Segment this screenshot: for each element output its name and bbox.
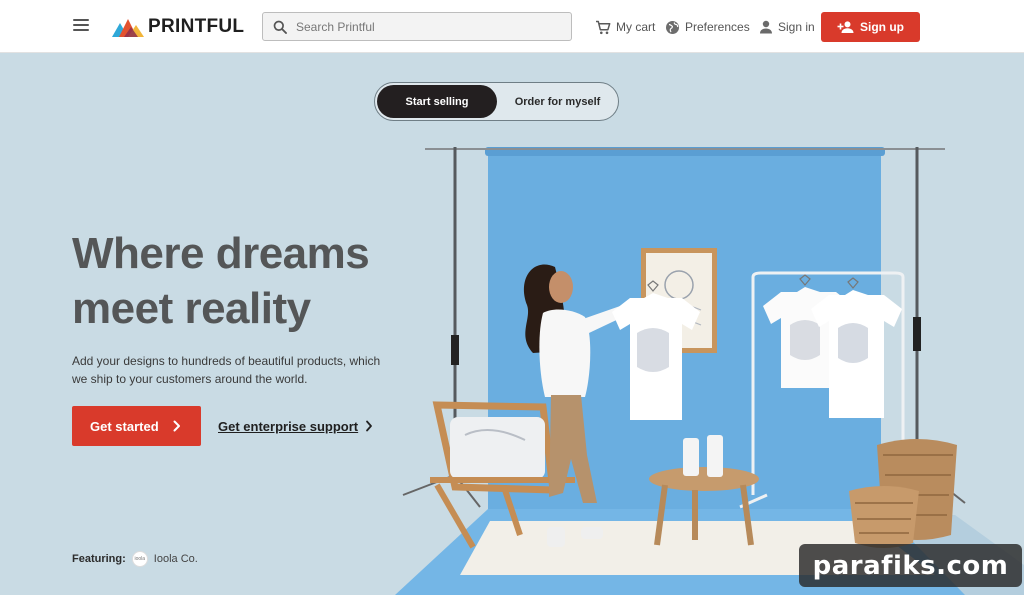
top-navigation-bar: PRINTFUL My cart Preferences Sign in	[0, 0, 1024, 53]
logo-mark-icon	[112, 19, 144, 37]
chevron-right-icon	[173, 420, 180, 432]
add-person-icon	[837, 21, 854, 33]
cart-link[interactable]: My cart	[595, 17, 655, 37]
tumbler-1	[683, 438, 699, 476]
cart-label: My cart	[616, 20, 656, 34]
featuring-label: Featuring:	[72, 553, 126, 565]
search-input[interactable]	[296, 19, 546, 34]
signin-link[interactable]: Sign in	[759, 17, 815, 37]
get-started-label: Get started	[90, 418, 159, 434]
chevron-right-icon	[366, 420, 372, 432]
watermark: parafiks.com	[799, 544, 1022, 587]
person-icon	[760, 20, 772, 34]
hero-headline: Where dreams meet reality	[72, 229, 370, 333]
brand-logo: ioola	[131, 551, 148, 567]
search-bar[interactable]	[262, 12, 572, 41]
hero-subtext: Add your designs to hundreds of beautifu…	[72, 354, 381, 386]
signup-label: Sign up	[860, 20, 904, 34]
signin-label: Sign in	[778, 20, 815, 34]
audience-toggle: Start selling Order for myself	[374, 82, 619, 121]
hero-photo	[395, 147, 1024, 595]
logo-text: PRINTFUL	[148, 16, 245, 37]
globe-icon	[666, 20, 679, 34]
woven-basket-small	[849, 486, 919, 548]
featuring-row: Featuring: ioola Ioola Co.	[72, 550, 198, 568]
featured-brand-name[interactable]: Ioola Co.	[154, 553, 198, 565]
start-selling-tab[interactable]: Start selling	[377, 85, 497, 118]
enterprise-support-link[interactable]: Get enterprise support	[218, 417, 358, 435]
signup-button[interactable]: Sign up	[821, 12, 920, 42]
menu-icon[interactable]	[73, 19, 89, 33]
search-icon	[273, 20, 287, 34]
printful-logo[interactable]: PRINTFUL	[112, 14, 244, 40]
order-for-myself-tab[interactable]: Order for myself	[499, 85, 616, 118]
cart-icon	[596, 20, 611, 34]
preferences-label: Preferences	[685, 20, 750, 34]
tumbler-2	[707, 435, 723, 477]
preferences-link[interactable]: Preferences	[665, 17, 750, 37]
get-started-button[interactable]: Get started	[72, 406, 201, 446]
